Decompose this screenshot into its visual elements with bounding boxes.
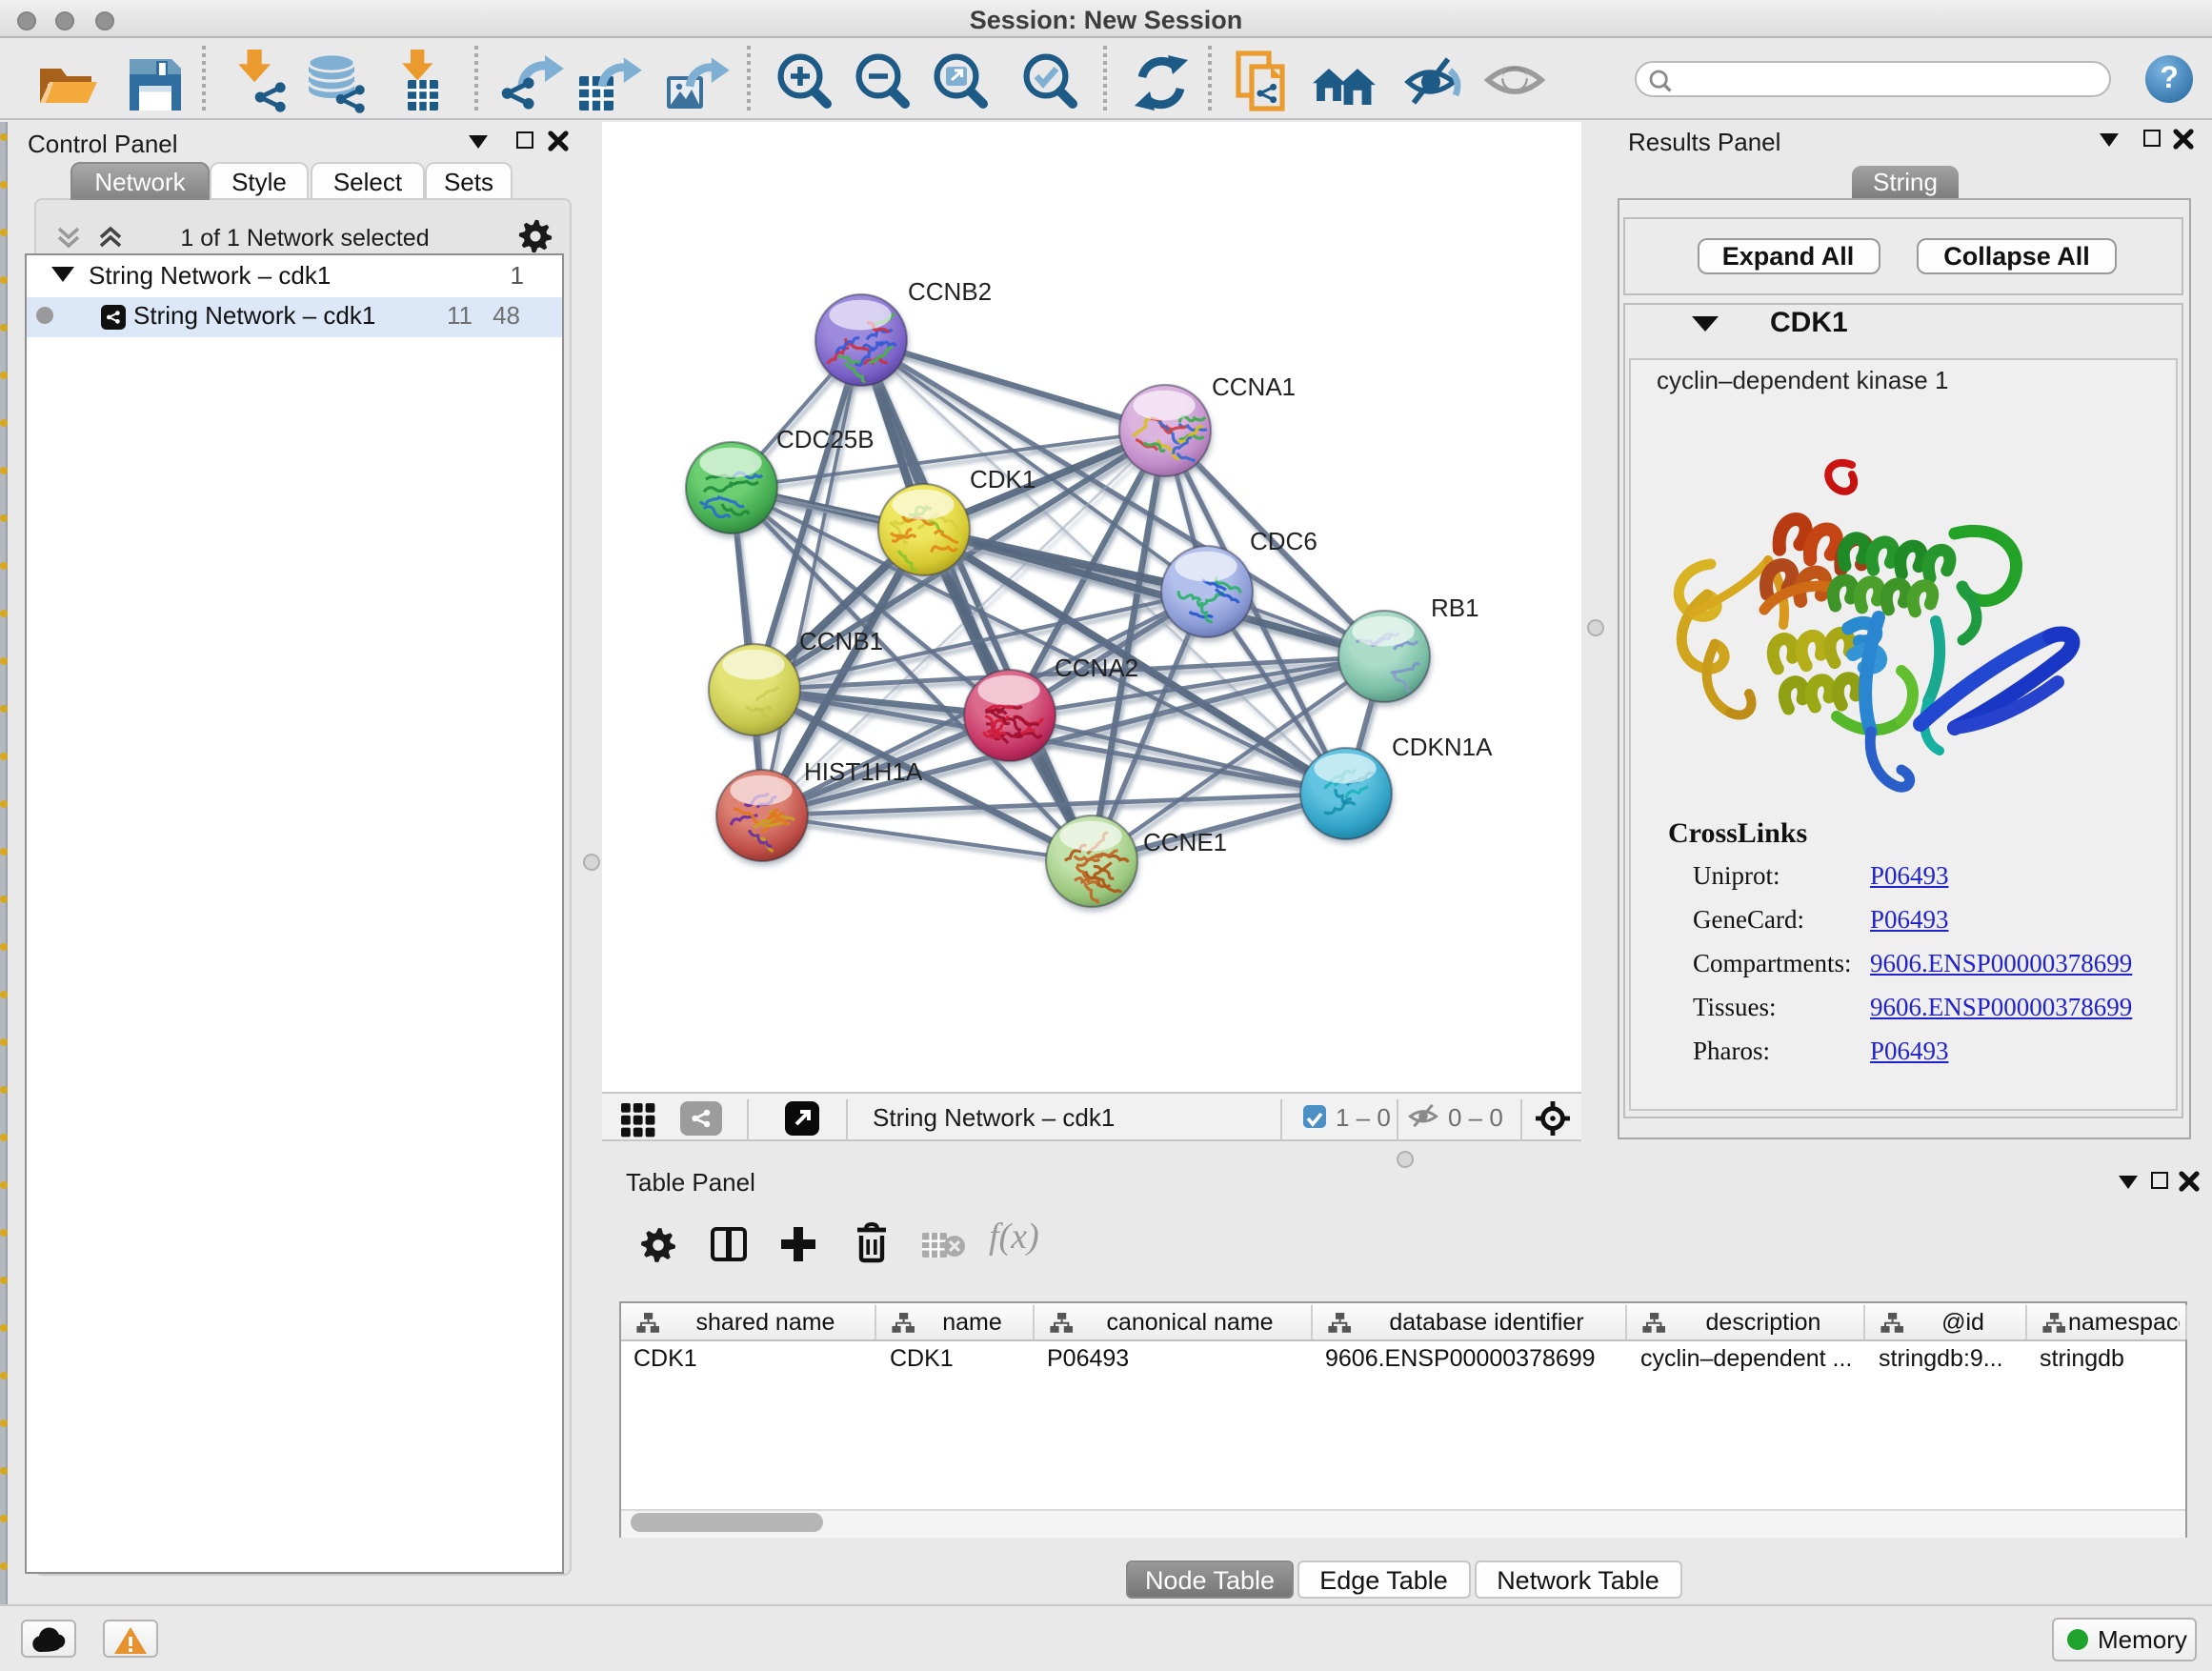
svg-text:CDK1: CDK1	[970, 464, 1036, 493]
svg-text:CCNE1: CCNE1	[1143, 827, 1227, 856]
svg-text:RB1: RB1	[1431, 593, 1479, 621]
svg-text:CCNA2: CCNA2	[1055, 653, 1138, 681]
svg-text:CCNA1: CCNA1	[1212, 372, 1296, 400]
svg-text:CCNB2: CCNB2	[908, 276, 992, 305]
svg-text:CDC25B: CDC25B	[776, 424, 875, 453]
svg-text:CCNB1: CCNB1	[799, 626, 883, 654]
svg-text:HIST1H1A: HIST1H1A	[804, 756, 923, 785]
svg-text:CDKN1A: CDKN1A	[1392, 732, 1493, 760]
svg-text:CDC6: CDC6	[1250, 526, 1317, 554]
